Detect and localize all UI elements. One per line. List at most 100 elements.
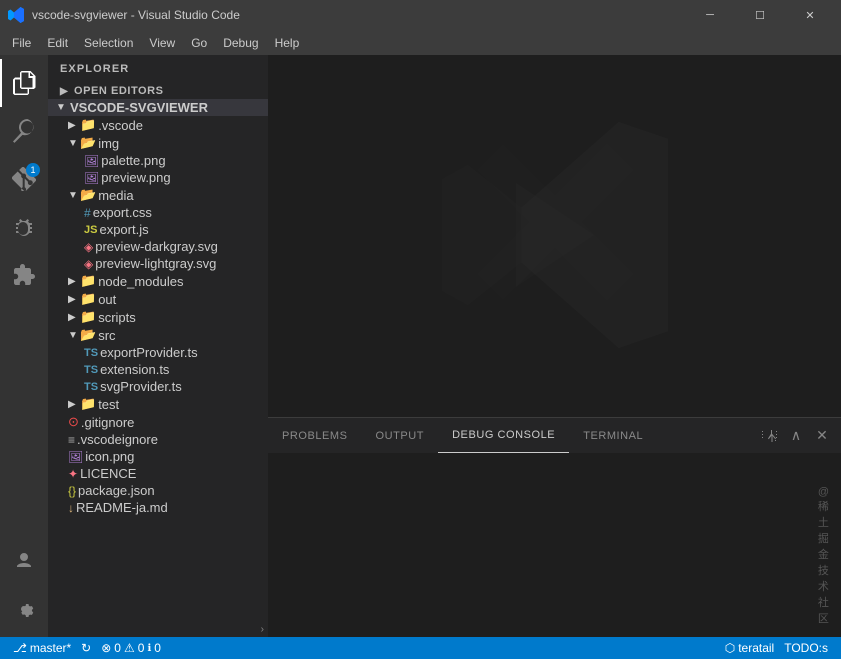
file-export-css[interactable]: # export.css [48,204,268,221]
gitignore-label: .gitignore [81,415,134,430]
file-preview-png[interactable]: 🖼 preview.png [48,169,268,186]
branch-icon: ⎇ [13,641,27,655]
info-count: 0 [154,641,161,655]
editor-main [268,55,841,417]
activity-debug[interactable] [0,203,48,251]
activity-search[interactable] [0,107,48,155]
out-folder-icon: 📁 [80,291,96,307]
ts2-icon: TS [84,364,98,376]
ts3-icon: TS [84,381,98,393]
palette-png-label: palette.png [101,153,165,168]
folder-vscode[interactable]: ▶ 📁 .vscode [48,116,268,134]
file-gitignore[interactable]: ⊙ .gitignore [48,413,268,431]
open-editors-section[interactable]: ▶ OPEN EDITORS [48,83,268,99]
status-bar: ⎇ master* ↻ ⊗ 0 ⚠ 0 ℹ 0 ⬡ teratail TODO:… [0,637,841,659]
md-icon: ↓ [68,501,74,515]
todo-label: TODO:s [784,641,828,655]
folder-out[interactable]: ▶ 📁 out [48,290,268,308]
node-modules-label: node_modules [98,274,183,289]
src-folder-icon: 📂 [80,327,96,343]
file-preview-lightgray-svg[interactable]: ◈ preview-lightgray.svg [48,255,268,272]
project-root-label: VSCODE-SVGVIEWER [70,100,208,115]
status-branch[interactable]: ⎇ master* [8,637,76,659]
editor-area: PROBLEMS OUTPUT DEBUG CONSOLE TERMINAL ∧… [268,55,841,637]
panel-close-button[interactable]: ✕ [811,425,833,447]
test-arrow: ▶ [68,399,78,410]
file-package-json[interactable]: {} package.json [48,482,268,499]
palette-file-icon: 🖼 [84,154,99,168]
vscodeignore-icon: ≡ [68,433,75,447]
folder-scripts[interactable]: ▶ 📁 scripts [48,308,268,326]
status-todo[interactable]: TODO:s [779,637,833,659]
folder-node-modules[interactable]: ▶ 📁 node_modules [48,272,268,290]
svg-provider-ts-label: svgProvider.ts [100,379,182,394]
project-root[interactable]: ▼ VSCODE-SVGVIEWER [48,99,268,116]
status-errors[interactable]: ⊗ 0 ⚠ 0 ℹ 0 [96,637,166,659]
file-extension-ts[interactable]: TS extension.ts [48,361,268,378]
git-badge: 1 [26,163,40,177]
sidebar-bottom-bar: › [48,621,268,637]
file-vscodeignore[interactable]: ≡ .vscodeignore [48,431,268,448]
svg-light-icon: ◈ [84,257,93,271]
out-folder-label: out [98,292,116,307]
export-css-label: export.css [93,205,152,220]
scripts-arrow: ▶ [68,312,78,323]
sidebar-scroll[interactable]: ▶ OPEN EDITORS ▼ VSCODE-SVGVIEWER ▶ 📁 .v… [48,83,268,621]
img-folder-label: img [98,136,119,151]
folder-test[interactable]: ▶ 📁 test [48,395,268,413]
folder-media[interactable]: ▼ 📂 media [48,186,268,204]
node-modules-icon: 📁 [80,273,96,289]
menu-go[interactable]: Go [183,30,215,55]
media-folder-label: media [98,188,133,203]
warning-count: 0 [138,641,145,655]
menu-file[interactable]: File [4,30,39,55]
activity-account[interactable] [0,537,48,585]
panel: PROBLEMS OUTPUT DEBUG CONSOLE TERMINAL ∧… [268,417,841,637]
menu-view[interactable]: View [141,30,183,55]
file-export-js[interactable]: JS export.js [48,221,268,238]
css-file-icon: # [84,206,91,220]
activity-explorer[interactable] [0,59,48,107]
tab-terminal[interactable]: TERMINAL [569,418,657,453]
src-arrow: ▼ [68,330,78,341]
maximize-button[interactable]: ☐ [737,0,783,30]
menu-help[interactable]: Help [267,30,308,55]
tab-debug-console[interactable]: DEBUG CONSOLE [438,418,569,453]
file-preview-darkgray-svg[interactable]: ◈ preview-darkgray.svg [48,238,268,255]
export-provider-ts-label: exportProvider.ts [100,345,198,360]
tab-output[interactable]: OUTPUT [362,418,439,453]
activity-extensions[interactable] [0,251,48,299]
menu-edit[interactable]: Edit [39,30,76,55]
panel-filter-button[interactable] [759,425,781,447]
file-licence[interactable]: ✦ LICENCE [48,465,268,482]
vscode-arrow: ▶ [68,120,78,131]
tab-problems[interactable]: PROBLEMS [268,418,362,453]
img-folder-icon: 📂 [80,135,96,151]
vscode-folder-label: .vscode [98,118,143,133]
activity-settings[interactable] [0,585,48,633]
open-editors-arrow: ▶ [60,86,70,97]
node-modules-arrow: ▶ [68,276,78,287]
package-json-label: package.json [78,483,155,498]
status-teratail[interactable]: ⬡ teratail [720,637,780,659]
readme-ja-md-label: README-ja.md [76,500,168,515]
activity-git[interactable]: 1 [0,155,48,203]
close-button[interactable]: ✕ [787,0,833,30]
folder-src[interactable]: ▼ 📂 src [48,326,268,344]
file-palette-png[interactable]: 🖼 palette.png [48,152,268,169]
json-icon: {} [68,484,76,498]
minimize-button[interactable]: ─ [687,0,733,30]
teratail-icon: ⬡ [725,641,735,655]
sidebar-resize-right[interactable]: › [261,624,264,635]
menu-debug[interactable]: Debug [215,30,266,55]
menu-selection[interactable]: Selection [76,30,141,55]
file-svg-provider-ts[interactable]: TS svgProvider.ts [48,378,268,395]
panel-collapse-button[interactable]: ∧ [785,425,807,447]
file-icon-png[interactable]: 🖼 icon.png [48,448,268,465]
licence-label: LICENCE [80,466,136,481]
status-sync[interactable]: ↻ [76,637,96,659]
folder-img[interactable]: ▼ 📂 img [48,134,268,152]
vscodeignore-label: .vscodeignore [77,432,158,447]
file-readme-ja-md[interactable]: ↓ README-ja.md [48,499,268,516]
file-export-provider-ts[interactable]: TS exportProvider.ts [48,344,268,361]
